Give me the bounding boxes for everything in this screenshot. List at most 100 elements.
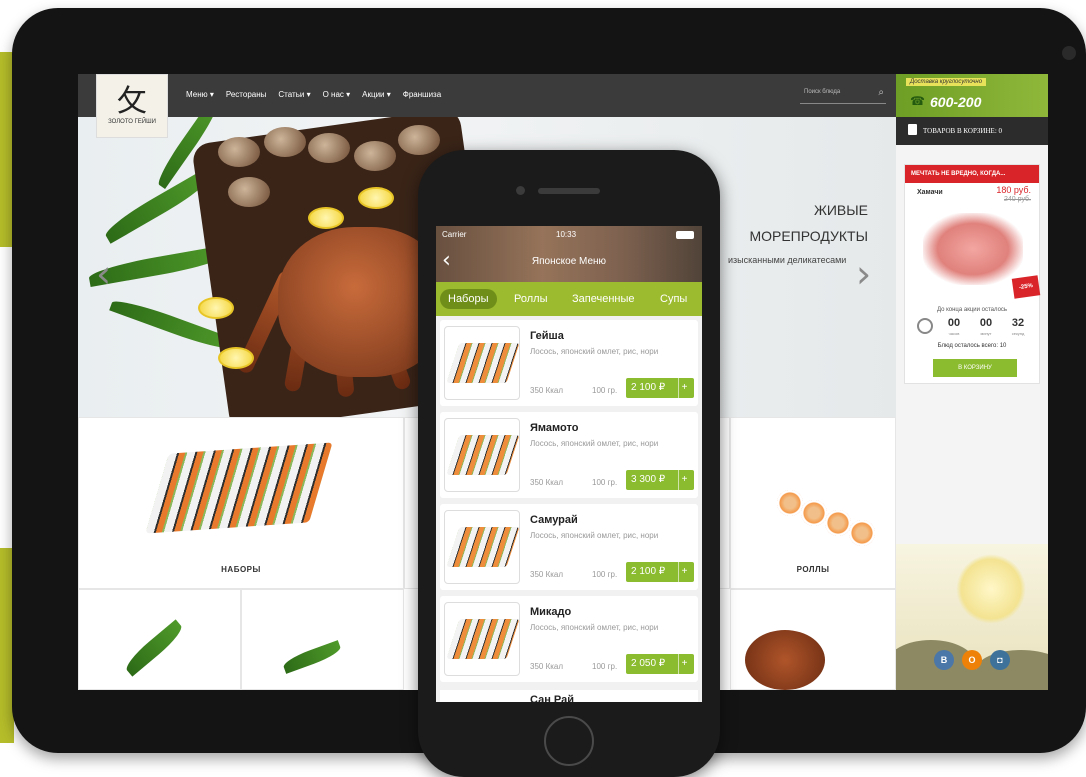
promo-header: МЕЧТАТЬ НЕ ВРЕДНО, КОГДА... (905, 165, 1039, 183)
tab-rolls[interactable]: Роллы (506, 289, 555, 309)
nav-item-restaurants[interactable]: Рестораны (226, 90, 267, 99)
oyster (354, 141, 396, 171)
add-to-cart-button[interactable]: 2 100 ₽ + (626, 562, 694, 582)
nav-item-promotions[interactable]: Акции ▾ (362, 90, 391, 99)
cart-count: ТОВАРОВ В КОРЗИНЕ: 0 (923, 127, 1003, 135)
plus-icon: + (678, 470, 690, 490)
category-card-sets[interactable]: НАБОРЫ (78, 417, 404, 589)
menu-item-calories: 350 Ккал (530, 478, 564, 487)
instagram-icon[interactable]: ◘ (990, 650, 1010, 670)
tab-sets[interactable]: Наборы (440, 289, 497, 309)
sushi-set-image (145, 442, 333, 534)
oyster (264, 127, 306, 157)
menu-item-weight: 100 гр. (592, 570, 618, 579)
shopping-bag-icon (908, 124, 917, 135)
nav-item-articles[interactable]: Статьи ▾ (278, 90, 310, 99)
menu-item-description: Лосось, японский омлет, рис, нори (530, 347, 659, 356)
menu-item-price: 2 100 ₽ (631, 566, 666, 577)
plus-icon: + (678, 562, 690, 582)
dish-image (745, 630, 825, 690)
category-card-rolls[interactable]: РОЛЛЫ (730, 417, 896, 589)
app-header: Carrier 10:33 ‹ Японское Меню (436, 226, 702, 282)
menu-item-card[interactable]: Самурай Лосось, японский омлет, рис, нор… (440, 504, 698, 590)
oyster (218, 137, 260, 167)
search-placeholder: Поиск блюда (804, 89, 841, 95)
menu-item-name: Гейша (530, 330, 564, 342)
roll-image (825, 510, 851, 536)
phone-number[interactable]: 600-200 (930, 94, 981, 110)
menu-item-image (444, 418, 520, 492)
hill-decoration (976, 650, 1048, 690)
main-nav: Меню ▾ Рестораны Статьи ▾ О нас ▾ Акции … (186, 90, 441, 99)
phone-speaker (538, 188, 600, 194)
roll-image (801, 500, 827, 526)
search-icon[interactable]: ⌕ (878, 87, 884, 98)
dishes-left: Блюд осталось всего: 10 (937, 343, 1007, 349)
nav-item-menu[interactable]: Меню ▾ (186, 90, 214, 99)
roll-image (777, 490, 803, 516)
add-to-cart-button[interactable]: 2 100 ₽ + (626, 378, 694, 398)
add-to-cart-button[interactable]: 3 300 ₽ + (626, 470, 694, 490)
menu-item-description: Лосось, японский омлет, рис, нори (530, 531, 659, 540)
home-button[interactable] (544, 716, 594, 766)
menu-item-card[interactable]: Микадо Лосось, японский омлет, рис, нори… (440, 596, 698, 682)
timer-label: минут (980, 331, 992, 336)
search-input[interactable]: Поиск блюда ⌕ (800, 86, 886, 104)
category-card[interactable] (730, 589, 896, 690)
lemon-slice (198, 297, 234, 319)
phone-camera (516, 186, 525, 195)
sun-decoration (956, 554, 1026, 624)
vk-icon[interactable]: B (934, 650, 954, 670)
add-to-cart-button[interactable]: В КОРЗИНУ (933, 359, 1017, 377)
category-label: НАБОРЫ (221, 565, 261, 574)
logo-glyph: 攵 (117, 84, 147, 119)
cart-summary[interactable]: ТОВАРОВ В КОРЗИНЕ: 0 (896, 117, 1048, 145)
lemon-slice (218, 347, 254, 369)
product-mockup: Меню ▾ Рестораны Статьи ▾ О нас ▾ Акции … (0, 0, 1086, 777)
phone-screen: Carrier 10:33 ‹ Японское Меню Наборы Рол… (436, 226, 702, 702)
menu-item-calories: 350 Ккал (530, 386, 564, 395)
menu-item-description: Лосось, японский омлет, рис, нори (530, 623, 659, 632)
odnoklassniki-icon[interactable]: O (962, 650, 982, 670)
menu-item-weight: 100 гр. (592, 478, 618, 487)
category-tabs: Наборы Роллы Запеченные Супы (436, 282, 702, 316)
category-label: РОЛЛЫ (796, 565, 830, 574)
menu-item-card[interactable]: Гейша Лосось, японский омлет, рис, нори … (440, 320, 698, 406)
right-sidebar: Доставка круглосуточно ☎ 600-200 ТОВАРОВ… (896, 74, 1048, 690)
category-card[interactable] (78, 589, 241, 690)
carrier-label: Carrier (442, 230, 467, 239)
oyster (398, 125, 440, 155)
tab-baked[interactable]: Запеченные (564, 289, 643, 309)
chevron-right-icon[interactable]: › (856, 252, 871, 296)
hero-title: ЖИВЫЕ МОРЕПРОДУКТЫ (749, 202, 868, 244)
tablet-camera (1062, 46, 1076, 60)
menu-item-price: 3 300 ₽ (631, 474, 666, 485)
plus-icon: + (678, 378, 690, 398)
phone-icon: ☎ (910, 94, 925, 108)
chevron-left-icon[interactable]: ‹ (96, 252, 111, 296)
oyster (228, 177, 270, 207)
decorative-landscape: B O ◘ (896, 544, 1048, 690)
leaf-decoration (281, 640, 343, 674)
app-title: Японское Меню (531, 256, 607, 267)
lemon-slice (358, 187, 394, 209)
menu-item-card[interactable]: Ямамото Лосось, японский омлет, рис, нор… (440, 412, 698, 498)
timer-label: секунд (1011, 331, 1025, 336)
menu-item-card[interactable]: Сан Рай (440, 690, 698, 702)
promo-ends-label: До конца акции осталось (936, 307, 1008, 313)
add-to-cart-button[interactable]: 2 050 ₽ + (626, 654, 694, 674)
menu-item-weight: 100 гр. (592, 662, 618, 671)
oyster (308, 133, 350, 163)
plus-icon: + (678, 654, 690, 674)
timer-minutes: 00 (979, 317, 993, 329)
fish-dish-image (923, 213, 1023, 285)
phone-device: Carrier 10:33 ‹ Японское Меню Наборы Рол… (418, 150, 720, 777)
battery-icon (676, 231, 694, 239)
category-card[interactable] (241, 589, 404, 690)
promo-old-price: 240 руб. (1004, 196, 1031, 203)
nav-item-franchise[interactable]: Франшиза (403, 90, 441, 99)
tab-soups[interactable]: Супы (652, 289, 695, 309)
site-logo[interactable]: 攵 ЗОЛОТО ГЕЙШИ (96, 74, 168, 138)
roll-image (849, 520, 875, 546)
nav-item-about[interactable]: О нас ▾ (323, 90, 351, 99)
